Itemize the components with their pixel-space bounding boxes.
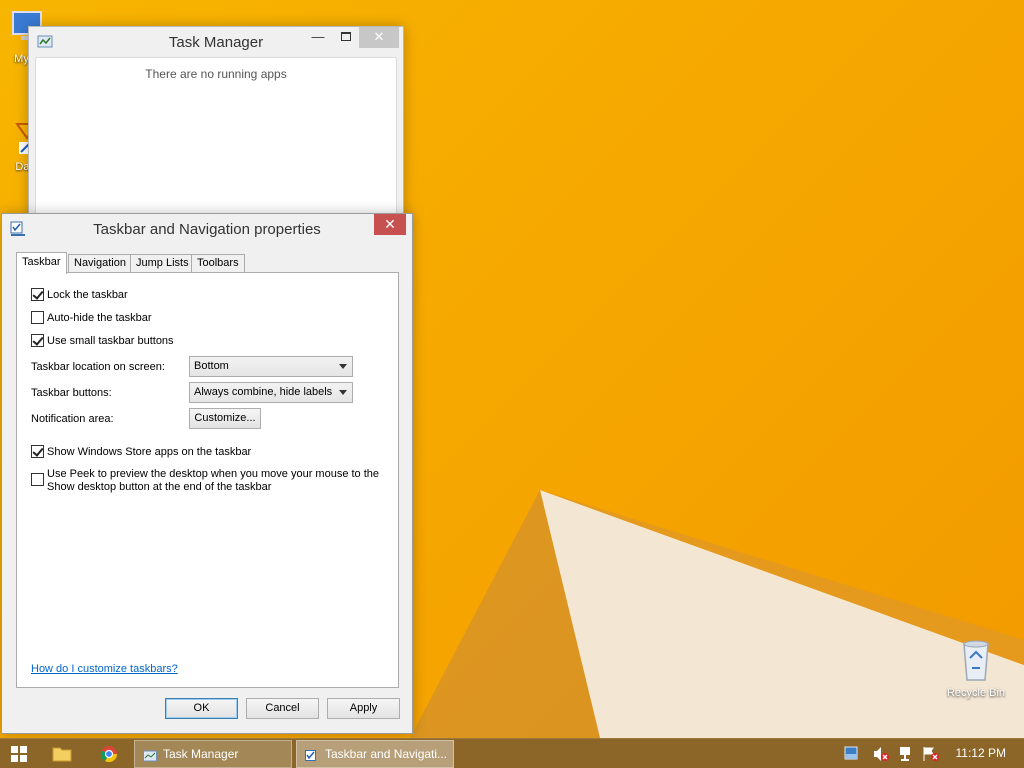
task-label: Task Manager — [163, 747, 239, 761]
app-list: There are no running apps — [35, 57, 397, 225]
select-value: Bottom — [194, 360, 229, 372]
empty-message: There are no running apps — [145, 67, 287, 81]
task-manager-window: Task Manager — ✕ There are no running ap… — [28, 26, 404, 226]
taskbar-taskbar-properties[interactable]: Taskbar and Navigati... — [296, 740, 454, 768]
chevron-down-icon — [339, 390, 347, 395]
taskbar: Task Manager Taskbar and Navigati... 11:… — [0, 738, 1024, 768]
recycle-bin-icon — [940, 638, 1012, 685]
minimize-icon: — — [311, 29, 325, 44]
taskbar-tab-panel: Lock the taskbar Auto-hide the taskbar U… — [16, 272, 399, 688]
checkbox-label: Auto-hide the taskbar — [47, 312, 152, 324]
small-buttons-option[interactable]: Use small taskbar buttons — [31, 334, 174, 347]
dialog-titlebar[interactable]: Taskbar and Navigation properties ✕ — [2, 214, 412, 244]
network-icon — [900, 747, 910, 761]
desktop-icon-label: Recycle Bin — [946, 687, 1006, 699]
location-label: Taskbar location on screen: — [31, 361, 165, 373]
ok-button[interactable]: OK — [165, 698, 238, 719]
taskbar-location-select[interactable]: Bottom — [189, 356, 353, 377]
tab-toolbars[interactable]: Toolbars — [191, 254, 245, 273]
peek-checkbox[interactable] — [31, 473, 44, 486]
checkbox-label: Lock the taskbar — [47, 289, 128, 301]
speaker-muted-icon — [874, 747, 889, 761]
peek-option[interactable]: Use Peek to preview the desktop when you… — [31, 468, 379, 494]
auto-hide-option[interactable]: Auto-hide the taskbar — [31, 311, 152, 324]
alert-flag-icon — [923, 747, 939, 761]
taskbar-buttons-label: Taskbar buttons: — [31, 387, 112, 399]
task-label: Taskbar and Navigati... — [325, 747, 448, 761]
lock-taskbar-option[interactable]: Lock the taskbar — [31, 288, 128, 301]
dialog-app-icon — [305, 747, 319, 761]
maximize-button[interactable] — [333, 27, 359, 48]
folder-icon — [52, 747, 72, 762]
small-buttons-checkbox[interactable] — [31, 334, 44, 347]
tray-network[interactable] — [898, 741, 916, 767]
notification-area-label: Notification area: — [31, 413, 114, 425]
chrome-icon — [100, 746, 118, 763]
taskbar-buttons-select[interactable]: Always combine, hide labels — [189, 382, 353, 403]
apply-button[interactable]: Apply — [327, 698, 400, 719]
auto-hide-checkbox[interactable] — [31, 311, 44, 324]
chrome-button[interactable] — [100, 741, 122, 767]
tray-volume[interactable] — [872, 741, 890, 767]
customize-button[interactable]: Customize... — [189, 408, 261, 429]
maximize-icon — [341, 32, 351, 41]
task-manager-icon — [143, 747, 157, 762]
checkbox-label: Use small taskbar buttons — [47, 335, 174, 347]
select-value: Always combine, hide labels — [194, 386, 333, 398]
dialog-title: Taskbar and Navigation properties — [93, 221, 321, 238]
store-apps-option[interactable]: Show Windows Store apps on the taskbar — [31, 445, 251, 458]
desktop-icon-recycle-bin[interactable]: Recycle Bin — [940, 638, 1012, 699]
tray-error[interactable] — [922, 741, 940, 767]
lock-taskbar-checkbox[interactable] — [31, 288, 44, 301]
task-manager-titlebar[interactable]: Task Manager — ✕ — [29, 27, 403, 57]
dialog-close-button[interactable]: ✕ — [374, 214, 406, 235]
checkbox-label: Show Windows Store apps on the taskbar — [47, 446, 252, 458]
close-icon: ✕ — [384, 216, 396, 232]
help-link[interactable]: How do I customize taskbars? — [31, 663, 178, 675]
start-button[interactable] — [10, 741, 32, 767]
file-explorer-button[interactable] — [52, 741, 74, 767]
checkbox-label-line2: Show desktop button at the end of the ta… — [47, 481, 272, 493]
taskbar-clock[interactable]: 11:12 PM — [956, 746, 1006, 760]
peek-label: Use Peek to preview the desktop when you… — [47, 468, 379, 494]
checkbox-label: Use Peek to preview the desktop when you… — [47, 468, 380, 480]
windows-logo-icon — [11, 746, 27, 762]
tab-jump-lists[interactable]: Jump Lists — [130, 254, 195, 273]
close-button[interactable]: ✕ — [359, 27, 399, 48]
tray-action-center[interactable] — [844, 741, 860, 767]
taskbar-properties-dialog: Taskbar and Navigation properties ✕ Task… — [1, 213, 413, 734]
chevron-down-icon — [339, 364, 347, 369]
close-icon: ✕ — [373, 29, 385, 44]
minimize-button[interactable]: — — [305, 27, 331, 48]
taskbar-task-manager[interactable]: Task Manager — [134, 740, 292, 768]
tab-taskbar[interactable]: Taskbar — [16, 252, 67, 274]
store-apps-checkbox[interactable] — [31, 445, 44, 458]
cancel-button[interactable]: Cancel — [246, 698, 319, 719]
tab-navigation[interactable]: Navigation — [68, 254, 132, 273]
flag-icon — [844, 746, 858, 760]
